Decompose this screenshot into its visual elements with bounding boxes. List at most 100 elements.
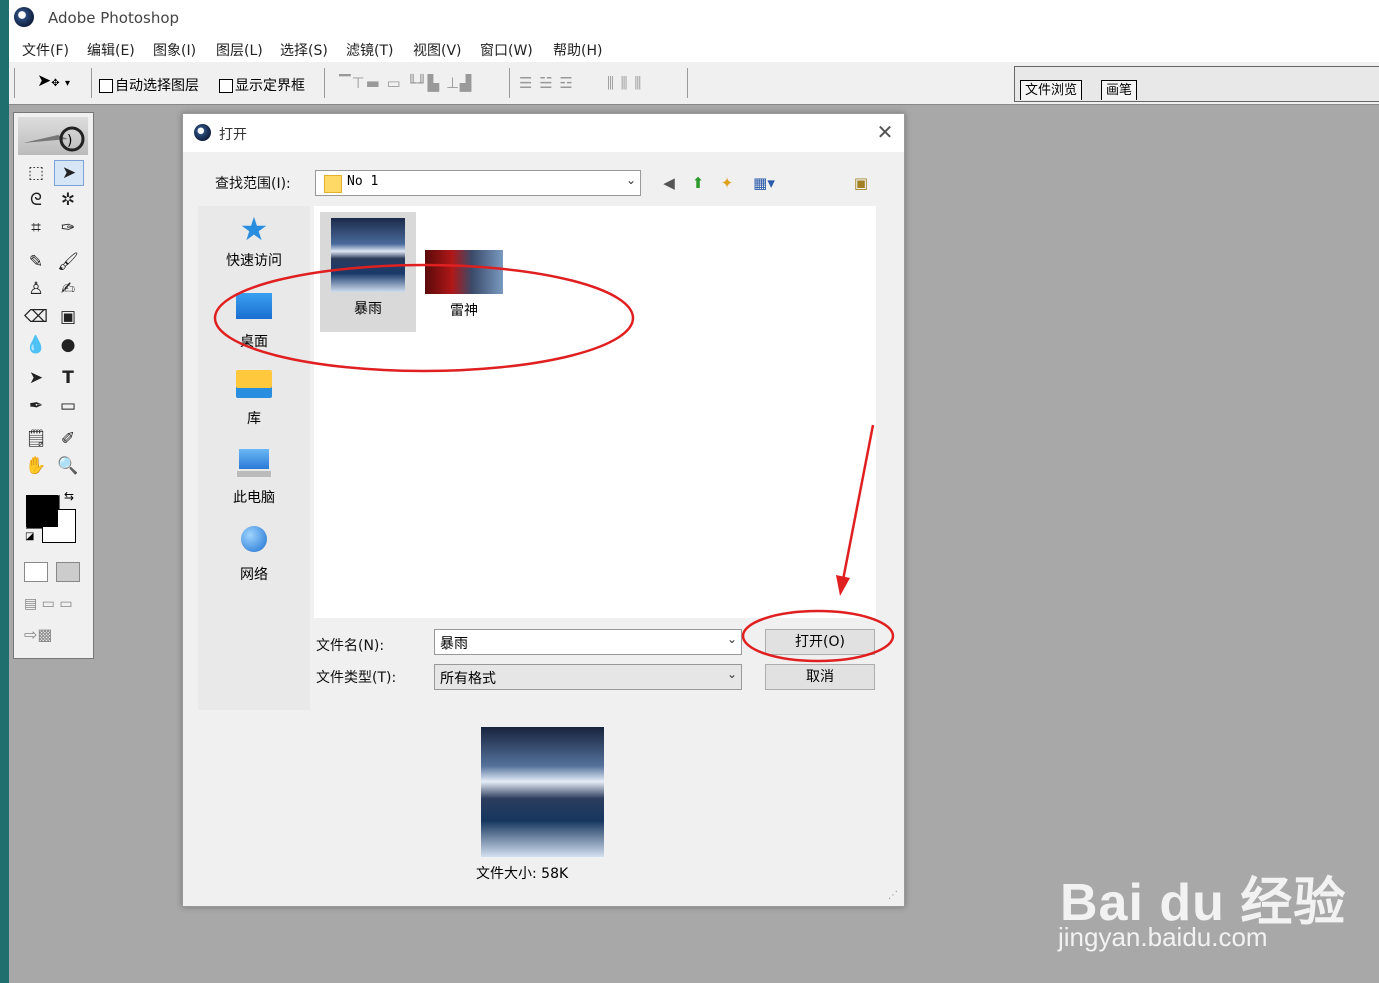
menu-help[interactable]: 帮助(H) bbox=[553, 40, 602, 60]
filename-input[interactable]: 暴雨 ⌄ bbox=[434, 629, 742, 655]
align-icons[interactable]: ▔⊤▬ ▭ ╙╜▙ ⊥▟ bbox=[339, 74, 472, 92]
title-bar bbox=[9, 0, 1379, 35]
place-desktop[interactable]: 桌面 bbox=[198, 290, 310, 351]
file-item-thor[interactable]: 雷神 bbox=[416, 212, 512, 332]
menu-filter[interactable]: 滤镜(T) bbox=[346, 40, 393, 60]
tab-file-browser[interactable]: 文件浏览 bbox=[1020, 80, 1083, 100]
dialog-title-bar bbox=[183, 114, 904, 152]
menu-image[interactable]: 图象(I) bbox=[153, 40, 196, 60]
shape-tool-icon[interactable]: ▭ bbox=[54, 394, 82, 418]
look-in-label: 查找范围(I): bbox=[215, 176, 291, 192]
filetype-dropdown[interactable]: 所有格式 ⌄ bbox=[434, 664, 742, 690]
place-quick-access[interactable]: ★ 快速访问 bbox=[198, 212, 310, 270]
type-tool-icon[interactable]: T bbox=[54, 366, 82, 390]
distribute-horizontal-icons[interactable]: ⫼ ⫼ ⫼ bbox=[607, 74, 642, 92]
thor-thumbnail bbox=[425, 250, 503, 294]
place-label: 快速访问 bbox=[226, 253, 282, 269]
magic-wand-tool-icon[interactable]: ✲ bbox=[54, 188, 82, 212]
star-icon: ★ bbox=[239, 210, 269, 248]
swap-colors-icon[interactable]: ⇆ bbox=[64, 489, 74, 503]
toolbox-header-logo: ) bbox=[18, 117, 88, 155]
file-item-storm[interactable]: 暴雨 bbox=[320, 212, 416, 332]
history-brush-tool-icon[interactable]: ✍ bbox=[54, 277, 82, 301]
close-icon[interactable]: ✕ bbox=[873, 120, 897, 144]
default-colors-icon[interactable]: ◪ bbox=[25, 531, 34, 542]
checkbox-icon bbox=[99, 79, 113, 93]
place-this-pc[interactable]: 此电脑 bbox=[198, 446, 310, 507]
menu-file[interactable]: 文件(F) bbox=[22, 40, 69, 60]
place-library[interactable]: 库 bbox=[198, 368, 310, 428]
open-dialog: 打开 ✕ 查找范围(I): No 1 ⌄ ◀ ⬆ ✦ ▦▾ ▣ ★ 快速访问 桌… bbox=[182, 113, 905, 907]
jump-to-imageready-icon[interactable]: ⇨▩ bbox=[24, 625, 53, 644]
file-size-label: 文件大小: 58K bbox=[476, 866, 569, 882]
view-menu-icon[interactable]: ▦▾ bbox=[746, 173, 782, 193]
blur-tool-icon[interactable]: 💧 bbox=[22, 333, 50, 357]
filetype-label: 文件类型(T): bbox=[316, 670, 397, 686]
hand-tool-icon[interactable]: ✋ bbox=[22, 454, 50, 478]
computer-icon bbox=[235, 449, 273, 483]
watermark-url: jingyan.baidu.com bbox=[1058, 922, 1268, 952]
menu-view[interactable]: 视图(V) bbox=[413, 40, 462, 60]
toolbox: ) ⬚ ➤ ᘓ ✲ ⌗ ✑ ✎ 🖌 ♙ ✍ ⌫ ▣ 💧 ● ➤ T ✒ ▭ 🗒 … bbox=[13, 112, 94, 659]
path-selection-tool-icon[interactable]: ➤ bbox=[22, 366, 50, 390]
place-network[interactable]: 网络 bbox=[198, 524, 310, 584]
menu-select[interactable]: 选择(S) bbox=[280, 40, 328, 60]
place-label: 库 bbox=[247, 411, 261, 427]
dialog-title: 打开 bbox=[219, 127, 247, 143]
brush-tool-icon[interactable]: 🖌 bbox=[54, 250, 82, 274]
clone-stamp-tool-icon[interactable]: ♙ bbox=[22, 277, 50, 301]
foreground-color-overlay bbox=[26, 495, 58, 527]
file-label: 暴雨 bbox=[354, 301, 382, 317]
place-label: 此电脑 bbox=[233, 490, 275, 506]
app-title: Adobe Photoshop bbox=[48, 9, 180, 27]
place-label: 桌面 bbox=[240, 334, 268, 350]
distribute-vertical-icons[interactable]: ☰ ☱ ☲ bbox=[519, 74, 574, 92]
open-button[interactable]: 打开(O) bbox=[765, 629, 875, 655]
library-folder-icon bbox=[235, 370, 273, 404]
standard-mode-icon[interactable] bbox=[24, 562, 48, 582]
palette-well: 文件浏览 画笔 bbox=[1014, 66, 1379, 102]
file-label: 雷神 bbox=[450, 303, 478, 319]
slice-tool-icon[interactable]: ✑ bbox=[54, 216, 82, 240]
filename-value: 暴雨 bbox=[440, 636, 468, 652]
desktop-icon bbox=[235, 293, 273, 327]
cancel-button[interactable]: 取消 bbox=[765, 664, 875, 690]
zoom-tool-icon[interactable]: 🔍 bbox=[54, 454, 82, 478]
marquee-tool-icon[interactable]: ⬚ bbox=[22, 161, 50, 185]
network-icon bbox=[235, 526, 273, 560]
gradient-tool-icon[interactable]: ▣ bbox=[54, 305, 82, 329]
photoshop-icon bbox=[14, 7, 34, 27]
new-folder-icon[interactable]: ✦ bbox=[717, 173, 737, 193]
favorites-folder-icon[interactable]: ▣ bbox=[851, 173, 871, 193]
move-tool-preset-icon[interactable]: ➤✥ ▾ bbox=[37, 71, 70, 91]
chevron-down-icon: ⌄ bbox=[625, 173, 636, 187]
eraser-tool-icon[interactable]: ⌫ bbox=[22, 305, 50, 329]
auto-select-layer-checkbox[interactable]: 自动选择图层 bbox=[99, 75, 199, 95]
back-icon[interactable]: ◀ bbox=[659, 173, 679, 193]
filetype-value: 所有格式 bbox=[440, 671, 496, 687]
place-label: 网络 bbox=[240, 567, 268, 583]
svg-text:): ) bbox=[67, 133, 72, 149]
notes-tool-icon[interactable]: 🗒 bbox=[22, 427, 50, 451]
menu-layer[interactable]: 图层(L) bbox=[216, 40, 263, 60]
menu-edit[interactable]: 编辑(E) bbox=[87, 40, 135, 60]
healing-brush-tool-icon[interactable]: ✎ bbox=[22, 250, 50, 274]
folder-icon bbox=[324, 175, 342, 193]
up-folder-icon[interactable]: ⬆ bbox=[688, 173, 708, 193]
eyedropper-tool-icon[interactable]: ✐ bbox=[54, 427, 82, 451]
filename-label: 文件名(N): bbox=[316, 638, 385, 654]
screen-mode-icons[interactable]: ▤ ▭ ▭ bbox=[24, 596, 73, 612]
look-in-dropdown[interactable]: No 1 ⌄ bbox=[315, 170, 641, 196]
photoshop-icon bbox=[194, 124, 211, 141]
tab-brushes[interactable]: 画笔 bbox=[1101, 80, 1138, 100]
move-tool-icon[interactable]: ➤ bbox=[54, 160, 84, 186]
quick-mask-mode-icon[interactable] bbox=[56, 562, 80, 582]
resize-grip-icon[interactable]: ⋰ bbox=[888, 890, 898, 901]
pen-tool-icon[interactable]: ✒ bbox=[22, 394, 50, 418]
crop-tool-icon[interactable]: ⌗ bbox=[22, 216, 50, 240]
menu-window[interactable]: 窗口(W) bbox=[480, 40, 533, 60]
lasso-tool-icon[interactable]: ᘓ bbox=[22, 188, 50, 212]
dodge-tool-icon[interactable]: ● bbox=[54, 333, 82, 357]
storm-thumbnail bbox=[331, 218, 405, 292]
show-bounding-box-checkbox[interactable]: 显示定界框 bbox=[219, 75, 305, 95]
